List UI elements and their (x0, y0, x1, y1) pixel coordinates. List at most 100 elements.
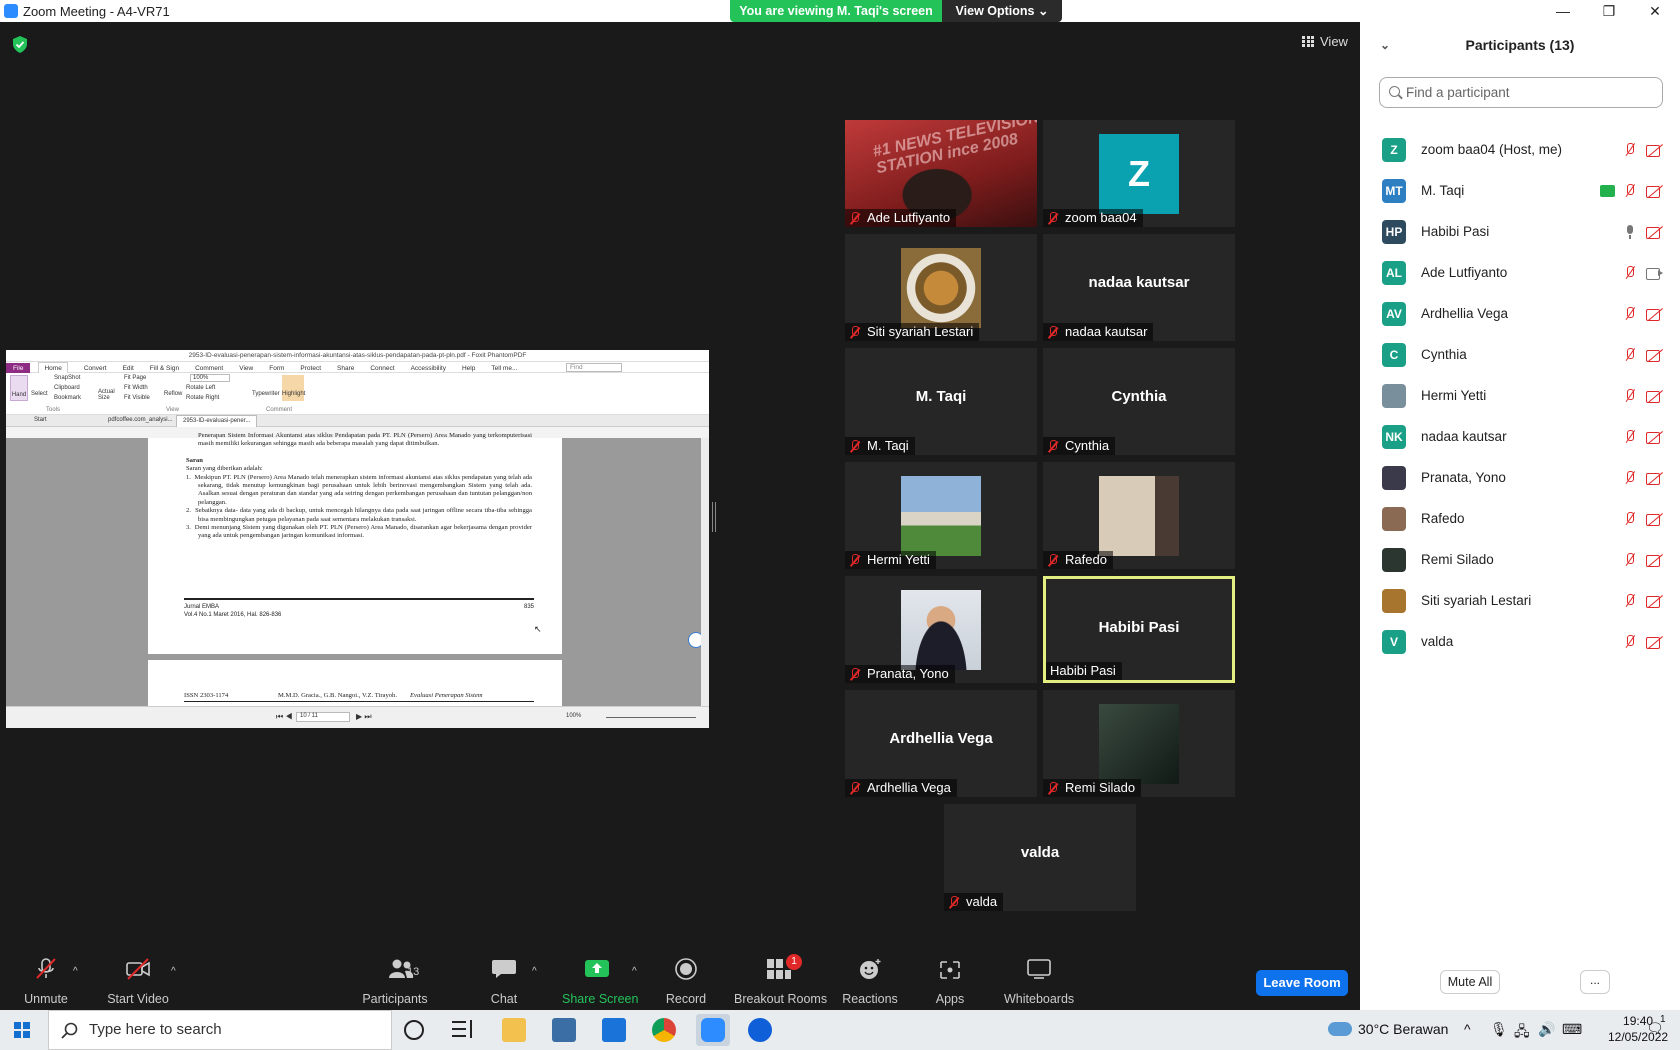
pdf-highlight[interactable]: Highlight (282, 375, 305, 401)
participant-row[interactable]: AV Ardhellia Vega (1360, 294, 1680, 335)
apps-button[interactable]: Apps (934, 948, 966, 1010)
participant-row[interactable]: Zzoom baa04 (Host, me) (1360, 130, 1680, 171)
pdf-tab-current[interactable]: 2953-ID-evaluasi-pener... (176, 415, 258, 427)
video-options-caret-icon[interactable]: ^ (171, 966, 176, 977)
zoom-taskbar-icon[interactable] (701, 1018, 725, 1042)
muted-mic-icon (1623, 143, 1637, 157)
apps-icon (940, 961, 960, 979)
pdf-actual-size[interactable]: Actual Size (98, 389, 120, 401)
pdf-reflow[interactable]: Reflow (164, 391, 182, 397)
more-options-button[interactable]: ... (1580, 970, 1610, 994)
network-icon[interactable]: 🖧 (1514, 1021, 1530, 1045)
encryption-shield-icon[interactable] (12, 36, 28, 53)
volume-icon[interactable]: 🔊 (1538, 1021, 1555, 1038)
pdf-tab-start[interactable]: Start (34, 417, 47, 423)
participant-row[interactable]: Vvalda (1360, 622, 1680, 663)
close-button[interactable]: ✕ (1632, 0, 1678, 22)
participant-tile[interactable]: valda valda (944, 804, 1136, 911)
participant-row[interactable]: MT M. Taqi (1360, 171, 1680, 212)
task-view-icon[interactable] (452, 1018, 476, 1042)
cortana-icon[interactable] (404, 1020, 424, 1040)
pdf-rotate-left[interactable]: Rotate Left (186, 385, 215, 391)
participant-row[interactable]: Remi Silado (1360, 540, 1680, 581)
pdf-fit-visible[interactable]: Fit Visible (124, 395, 150, 401)
participant-tile[interactable]: #1 NEWS TELEVISION STATION ince 2008 Ade … (845, 120, 1037, 227)
unmute-button[interactable]: Unmute (16, 948, 76, 1010)
participant-row[interactable]: HP Habibi Pasi (1360, 212, 1680, 253)
view-options-button[interactable]: View Options ⌄ (942, 0, 1062, 22)
muted-mic-icon (1047, 782, 1059, 794)
pdf-bookmark[interactable]: Bookmark (54, 395, 81, 401)
microsoft-store-icon[interactable] (552, 1018, 576, 1042)
participant-tile[interactable]: Pranata, Yono (845, 576, 1037, 683)
breakout-rooms-button[interactable]: 1 Breakout Rooms (734, 948, 827, 1010)
pdf-snapshot[interactable]: SnapShot (54, 375, 80, 381)
pdf-rotate-right[interactable]: Rotate Right (186, 395, 219, 401)
tray-expand-icon[interactable]: ^ (1464, 1021, 1471, 1037)
participant-row[interactable]: Hermi Yetti (1360, 376, 1680, 417)
participant-tile[interactable]: Zzoom baa04 (1043, 120, 1235, 227)
page-text-partial: Penerapan Sistem Informasi Akuntansi ata… (198, 432, 532, 448)
pdf-document-area[interactable]: Penerapan Sistem Informasi Akuntansi ata… (6, 432, 709, 706)
mail-icon[interactable] (602, 1018, 626, 1042)
participant-row[interactable]: NK nadaa kautsar (1360, 417, 1680, 458)
participant-row[interactable]: Pranata, Yono (1360, 458, 1680, 499)
participant-row[interactable]: AL Ade Lutfiyanto (1360, 253, 1680, 294)
minimize-button[interactable]: — (1540, 0, 1586, 22)
share-options-caret-icon[interactable]: ^ (632, 966, 637, 977)
record-button[interactable]: Record (664, 948, 708, 1010)
participant-search-input[interactable]: Find a participant (1379, 77, 1663, 108)
mute-all-button[interactable]: Mute All (1440, 970, 1500, 994)
collapse-chevron-icon[interactable]: ⌄ (1380, 22, 1390, 68)
participant-tile[interactable]: Ardhellia Vega Ardhellia Vega (845, 690, 1037, 797)
participant-tile[interactable]: Habibi Pasi Habibi Pasi (1043, 576, 1235, 683)
participant-tile[interactable]: Cynthia Cynthia (1043, 348, 1235, 455)
participants-button[interactable]: 13 Participants (360, 948, 430, 1010)
participant-tile[interactable]: Hermi Yetti (845, 462, 1037, 569)
weather-cloud-icon[interactable] (1328, 1022, 1352, 1036)
pdf-zoom-select[interactable]: 100% (190, 374, 230, 382)
audio-options-caret-icon[interactable]: ^ (73, 966, 78, 977)
maximize-button[interactable]: ❐ (1586, 0, 1632, 22)
start-video-button[interactable]: Start Video (102, 948, 174, 1010)
chat-options-caret-icon[interactable]: ^ (532, 966, 537, 977)
split-view-handle[interactable] (712, 502, 716, 532)
chat-button[interactable]: Chat (488, 948, 520, 1010)
pdf-select-tool[interactable]: Select (31, 391, 48, 397)
pdf-scrollbar[interactable] (701, 438, 709, 706)
leave-room-button[interactable]: Leave Room (1256, 970, 1348, 996)
pdf-zoom-slider[interactable] (606, 717, 696, 718)
view-layout-button[interactable]: View (1302, 34, 1348, 49)
pdf-find-input[interactable]: Find (566, 363, 622, 372)
reactions-button[interactable]: Reactions (842, 948, 898, 1010)
windows-start-icon[interactable] (14, 1022, 30, 1038)
pdf-tab-pdfcoffee[interactable]: pdfcoffee.com_analysi... (108, 417, 173, 423)
share-screen-button[interactable]: Share Screen (562, 948, 638, 1010)
shared-screen[interactable]: 2953-ID-evaluasi-penerapan-sistem-inform… (6, 350, 709, 728)
teamviewer-icon[interactable] (748, 1018, 772, 1042)
participant-tile[interactable]: M. Taqi M. Taqi (845, 348, 1037, 455)
pdf-hand-tool[interactable]: Hand (10, 375, 28, 401)
pdf-page-nav[interactable]: 10 / 11 (296, 712, 350, 722)
weather-text[interactable]: 30°C Berawan (1358, 1021, 1448, 1037)
participant-tile[interactable]: Siti syariah Lestari (845, 234, 1037, 341)
participant-avatar: MT (1382, 179, 1406, 203)
participant-tile[interactable]: Rafedo (1043, 462, 1235, 569)
participant-row[interactable]: Rafedo (1360, 499, 1680, 540)
taskbar-search-input[interactable]: Type here to search (48, 1010, 392, 1050)
pdf-clipboard[interactable]: Clipboard (54, 385, 80, 391)
participant-tile[interactable]: nadaa kautsar nadaa kautsar (1043, 234, 1235, 341)
pdf-fit-page[interactable]: Fit Page (124, 375, 146, 381)
pdf-typewriter[interactable]: Typewriter (252, 391, 280, 397)
participant-tile[interactable]: Remi Silado (1043, 690, 1235, 797)
participant-row[interactable]: Siti syariah Lestari (1360, 581, 1680, 622)
whiteboards-button[interactable]: Whiteboards (1004, 948, 1074, 1010)
file-explorer-icon[interactable] (502, 1018, 526, 1042)
participant-row[interactable]: C Cynthia (1360, 335, 1680, 376)
pdf-next-page-icon[interactable]: ▶ ⏭ (356, 712, 372, 722)
pdf-fit-width[interactable]: Fit Width (124, 385, 148, 391)
pdf-prev-page-icon[interactable]: ⏮ ◀ (276, 712, 293, 722)
ime-icon[interactable]: ⌨ (1562, 1021, 1582, 1038)
microphone-tray-icon[interactable]: 🎙 (1490, 1021, 1508, 1038)
chrome-icon[interactable] (652, 1018, 676, 1042)
